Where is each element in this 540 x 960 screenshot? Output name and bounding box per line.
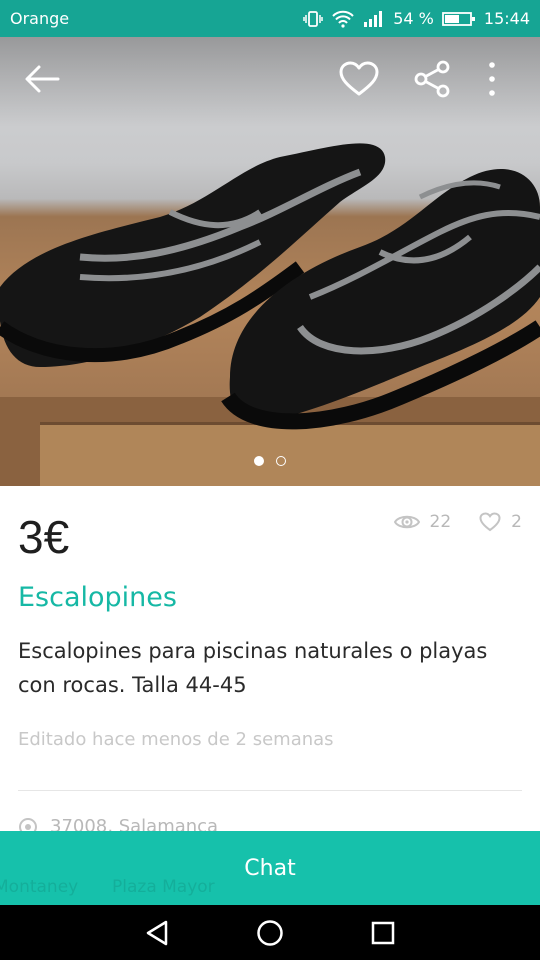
circle-home-icon: [257, 919, 283, 946]
chat-button[interactable]: Montaney Plaza Mayor Chat: [0, 831, 540, 905]
back-button[interactable]: [20, 57, 64, 101]
likes-stat: 2: [479, 512, 522, 532]
nav-recents-button[interactable]: [363, 913, 403, 953]
battery-icon: [441, 10, 476, 28]
more-options-button[interactable]: [470, 57, 514, 101]
chat-label: Chat: [244, 855, 296, 881]
carousel-dot-2[interactable]: [276, 456, 286, 466]
battery-percent: 54 %: [393, 9, 434, 28]
status-bar: Orange 54 % 15:44: [0, 0, 540, 37]
signal-icon: [363, 10, 385, 28]
nav-back-button[interactable]: [137, 913, 177, 953]
location-text: 37008, Salamanca: [50, 816, 219, 831]
listing-title: Escalopines: [18, 582, 177, 613]
system-nav-bar: [0, 905, 540, 960]
carrier-label: Orange: [10, 9, 70, 28]
divider: [18, 790, 522, 791]
location-pin-icon: [19, 817, 37, 831]
listing-stats: 22 2: [393, 512, 522, 532]
clock: 15:44: [483, 9, 530, 28]
eye-icon: [393, 515, 420, 529]
status-icons: 54 % 15:44: [303, 9, 530, 28]
likes-count: 2: [511, 512, 522, 532]
square-recents-icon: [372, 921, 395, 944]
views-count: 22: [429, 512, 452, 532]
wifi-icon: [331, 10, 355, 28]
price: 3€: [18, 511, 70, 563]
carousel-indicator: [0, 456, 540, 466]
carousel-dot-1[interactable]: [254, 456, 264, 466]
location-row[interactable]: 37008, Salamanca: [18, 816, 218, 831]
vibrate-icon: [303, 10, 323, 28]
edited-timestamp: Editado hace menos de 2 semanas: [18, 729, 334, 750]
heart-icon: [479, 512, 501, 532]
views-stat: 22: [393, 512, 452, 532]
triangle-back-icon: [146, 920, 167, 945]
product-image-carousel[interactable]: [0, 37, 540, 486]
listing-description: Escalopines para piscinas naturales o pl…: [18, 639, 488, 697]
share-button[interactable]: [410, 57, 454, 101]
favorite-button[interactable]: [337, 57, 381, 101]
listing-details: 3€ 22 2 Escalopines Escalopines para pis…: [0, 486, 540, 831]
nav-home-button[interactable]: [250, 913, 290, 953]
heart-outline-icon: [339, 61, 379, 96]
arrow-left-icon: [25, 65, 60, 93]
more-vertical-icon: [489, 62, 495, 96]
top-gradient: [0, 37, 540, 127]
share-icon: [414, 60, 450, 98]
